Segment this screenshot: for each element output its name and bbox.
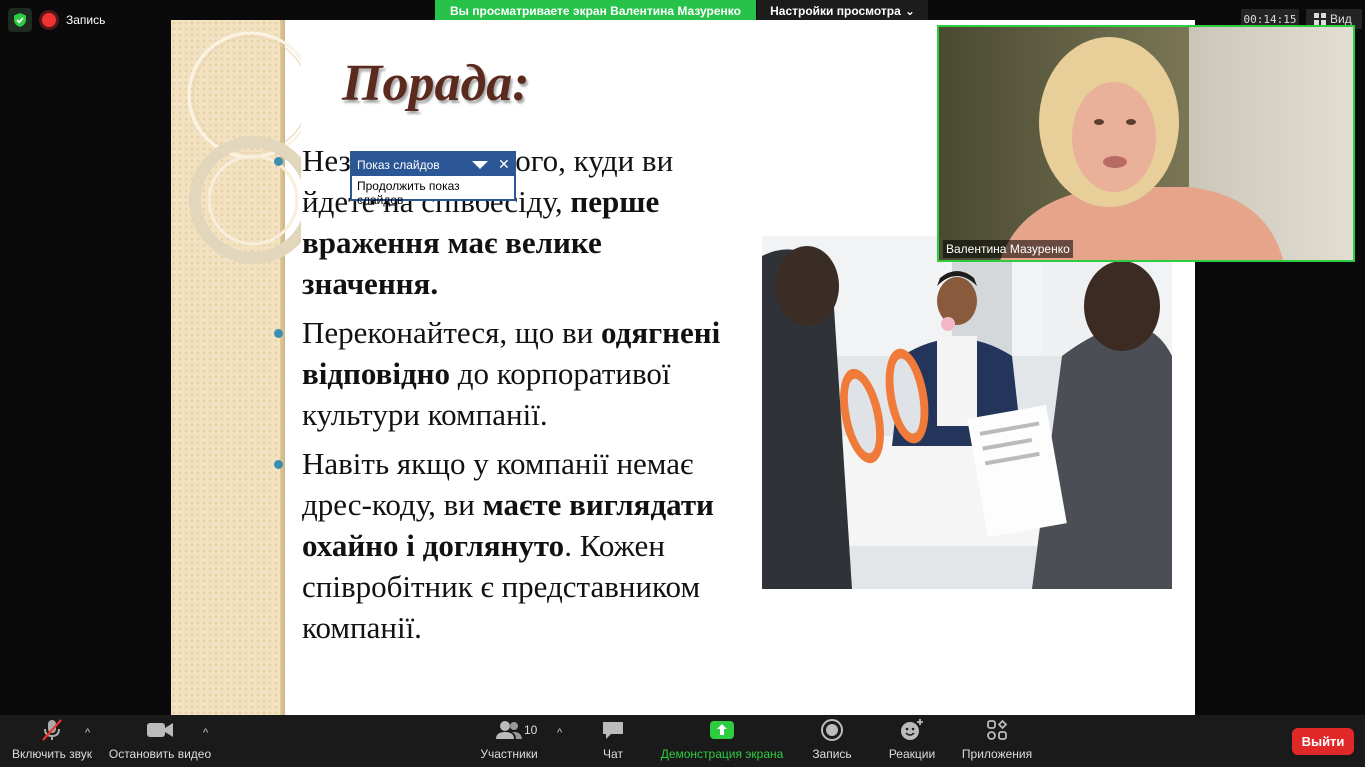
grid-icon [1314, 13, 1326, 25]
slide-bullet: Переконайтеся, що ви одягнені відповідно… [269, 312, 739, 435]
view-label: Вид [1330, 12, 1352, 26]
bullet-dot-icon [274, 329, 283, 338]
leave-button[interactable]: Выйти [1292, 728, 1354, 755]
share-screen-label: Демонстрация экрана [660, 747, 784, 761]
close-icon[interactable]: ✕ [498, 156, 510, 173]
unmute-button[interactable]: Включить звук [6, 715, 98, 767]
view-settings-label: Настройки просмотра [770, 3, 901, 18]
dropdown-arrow-icon[interactable] [472, 161, 488, 169]
record-label: Запись [812, 747, 852, 761]
stop-video-button[interactable]: Остановить видео [106, 715, 214, 767]
record-icon [821, 719, 843, 741]
bullet-text: Переконайтеся, що ви [302, 315, 602, 350]
chat-label: Чат [603, 747, 623, 761]
audio-options-chevron-icon[interactable]: ^ [85, 727, 90, 739]
share-screen-button[interactable]: Демонстрация экрана [658, 715, 786, 767]
apps-icon [987, 719, 1008, 740]
participant-name-label: Валентина Мазуренко [943, 240, 1073, 258]
participant-video-frame [939, 27, 1353, 260]
unmute-label: Включить звук [11, 747, 93, 761]
bullet-dot-icon [274, 157, 283, 166]
participants-label: Участники [480, 747, 538, 761]
share-screen-icon [710, 721, 734, 739]
participants-options-chevron-icon[interactable]: ^ [557, 727, 562, 739]
slide-bullet-list: Незалежно від того, куди ви йдете на спі… [269, 140, 739, 656]
slide-title: Порада: [342, 55, 530, 112]
recording-icon [42, 13, 56, 27]
stop-video-label: Остановить видео [108, 747, 212, 761]
participants-icon [496, 721, 522, 739]
slide-bullet: Навіть якщо у компанії немає дрес-коду, … [269, 443, 739, 648]
apps-button[interactable]: Приложения [958, 715, 1036, 767]
slideshow-popup-title: Показ слайдов [357, 157, 440, 172]
screen-share-banner: Вы просматриваете экран Валентина Мазуре… [435, 0, 756, 21]
zoom-window: Запись Вы просматриваете экран Валентина… [0, 0, 1365, 767]
chat-button[interactable]: Чат [592, 715, 634, 767]
reactions-label: Реакции [888, 747, 936, 761]
shield-icon[interactable] [8, 8, 32, 32]
slideshow-popup-header: Показ слайдов ✕ [352, 153, 514, 176]
recording-label: Запись [66, 13, 106, 27]
chevron-down-icon: ⌄ [904, 3, 915, 18]
slide-photo [762, 236, 1172, 589]
slideshow-popup: Показ слайдов ✕ Продолжить показ слайдов [350, 151, 516, 207]
meeting-toolbar: Включить звук ^ Остановить видео ^ Участ… [0, 715, 1365, 767]
view-settings-button[interactable]: Настройки просмотра ⌄ [757, 0, 928, 21]
video-camera-icon [147, 723, 173, 737]
video-options-chevron-icon[interactable]: ^ [203, 727, 208, 739]
record-button[interactable]: Запись [806, 715, 858, 767]
participants-count: 10 [524, 723, 538, 737]
smiley-icon [901, 719, 923, 740]
microphone-muted-icon [42, 719, 62, 741]
bullet-dot-icon [274, 460, 283, 469]
top-status-bar: Запись [8, 8, 105, 32]
participant-video[interactable]: Валентина Мазуренко [937, 25, 1355, 262]
apps-label: Приложения [961, 747, 1033, 761]
reactions-button[interactable]: Реакции [884, 715, 940, 767]
chat-icon [603, 722, 623, 739]
continue-slideshow-item[interactable]: Продолжить показ слайдов [352, 176, 514, 210]
